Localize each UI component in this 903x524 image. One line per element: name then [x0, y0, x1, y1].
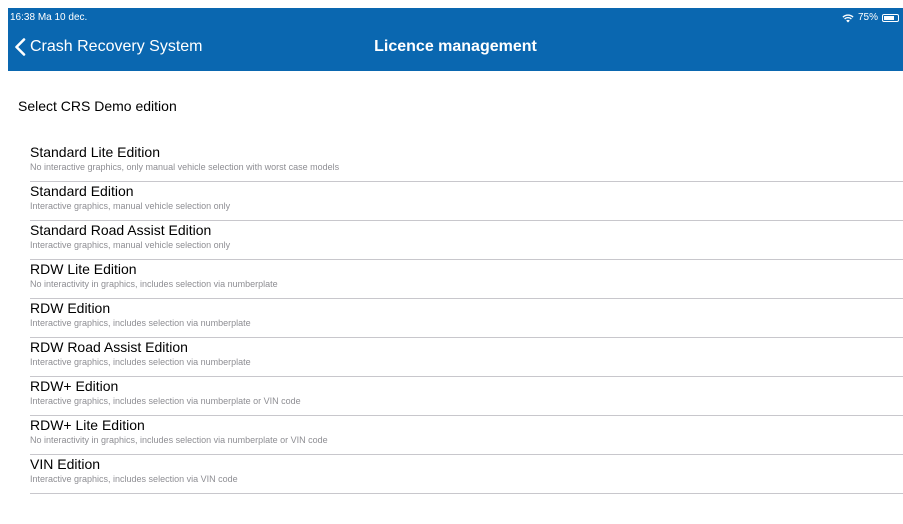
- edition-item[interactable]: Standard Edition Interactive graphics, ma…: [30, 182, 903, 221]
- status-date: Ma 10 dec.: [37, 12, 88, 23]
- edition-item[interactable]: Standard Lite Edition No interactive grap…: [30, 143, 903, 182]
- edition-title: RDW Edition: [30, 300, 111, 316]
- page-title: Licence management: [374, 38, 537, 55]
- battery-percentage: 75%: [857, 12, 878, 23]
- edition-item[interactable]: VIN Edition Interactive graphics, include…: [30, 455, 903, 494]
- edition-title: RDW Road Assist Edition: [30, 339, 188, 355]
- edition-title: Standard Road Assist Edition: [30, 222, 212, 238]
- edition-title: RDW+ Lite Edition: [30, 417, 145, 433]
- edition-description: Interactive graphics, manual vehicle sel…: [30, 240, 231, 250]
- edition-item[interactable]: RDW Road Assist Edition Interactive graph…: [30, 338, 903, 377]
- header: 16:38 Ma 10 dec. 75% Crash Recovery Syst…: [8, 8, 903, 71]
- edition-description: Interactive graphics, includes selection…: [30, 318, 251, 328]
- edition-list: Standard Lite Edition No interactive grap…: [30, 143, 903, 494]
- edition-title: RDW Lite Edition: [30, 261, 137, 277]
- edition-item[interactable]: RDW Lite Edition No interactivity in grap…: [30, 260, 903, 299]
- battery-fill: [884, 16, 894, 20]
- edition-title: Standard Lite Edition: [30, 144, 160, 160]
- edition-item[interactable]: RDW Edition Interactive graphics, include…: [30, 299, 903, 338]
- section-title: Select CRS Demo edition: [18, 98, 177, 114]
- status-bar: 16:38 Ma 10 dec. 75%: [8, 8, 903, 28]
- edition-item[interactable]: Standard Road Assist Edition Interactive …: [30, 221, 903, 260]
- status-time: 16:38 Ma 10 dec.: [10, 8, 87, 28]
- status-clock: 16:38: [10, 12, 36, 23]
- wifi-icon: [842, 14, 854, 23]
- battery-icon: [882, 14, 899, 22]
- status-indicators: 75%: [842, 8, 899, 28]
- edition-title: RDW+ Edition: [30, 378, 119, 394]
- edition-title: VIN Edition: [30, 456, 101, 472]
- edition-item[interactable]: RDW+ Edition Interactive graphics, includ…: [30, 377, 903, 416]
- edition-description: Interactive graphics, includes selection…: [30, 357, 251, 367]
- edition-description: No interactivity in graphics, includes s…: [30, 435, 328, 445]
- edition-title: Standard Edition: [30, 183, 134, 199]
- nav-bar: Crash Recovery System Licence management: [8, 28, 903, 71]
- edition-item[interactable]: RDW+ Lite Edition No interactivity in gra…: [30, 416, 903, 455]
- edition-description: Interactive graphics, includes selection…: [30, 474, 238, 484]
- edition-description: No interactivity in graphics, includes s…: [30, 279, 278, 289]
- edition-description: Interactive graphics, manual vehicle sel…: [30, 201, 231, 211]
- edition-description: Interactive graphics, includes selection…: [30, 396, 301, 406]
- edition-description: No interactive graphics, only manual veh…: [30, 162, 340, 172]
